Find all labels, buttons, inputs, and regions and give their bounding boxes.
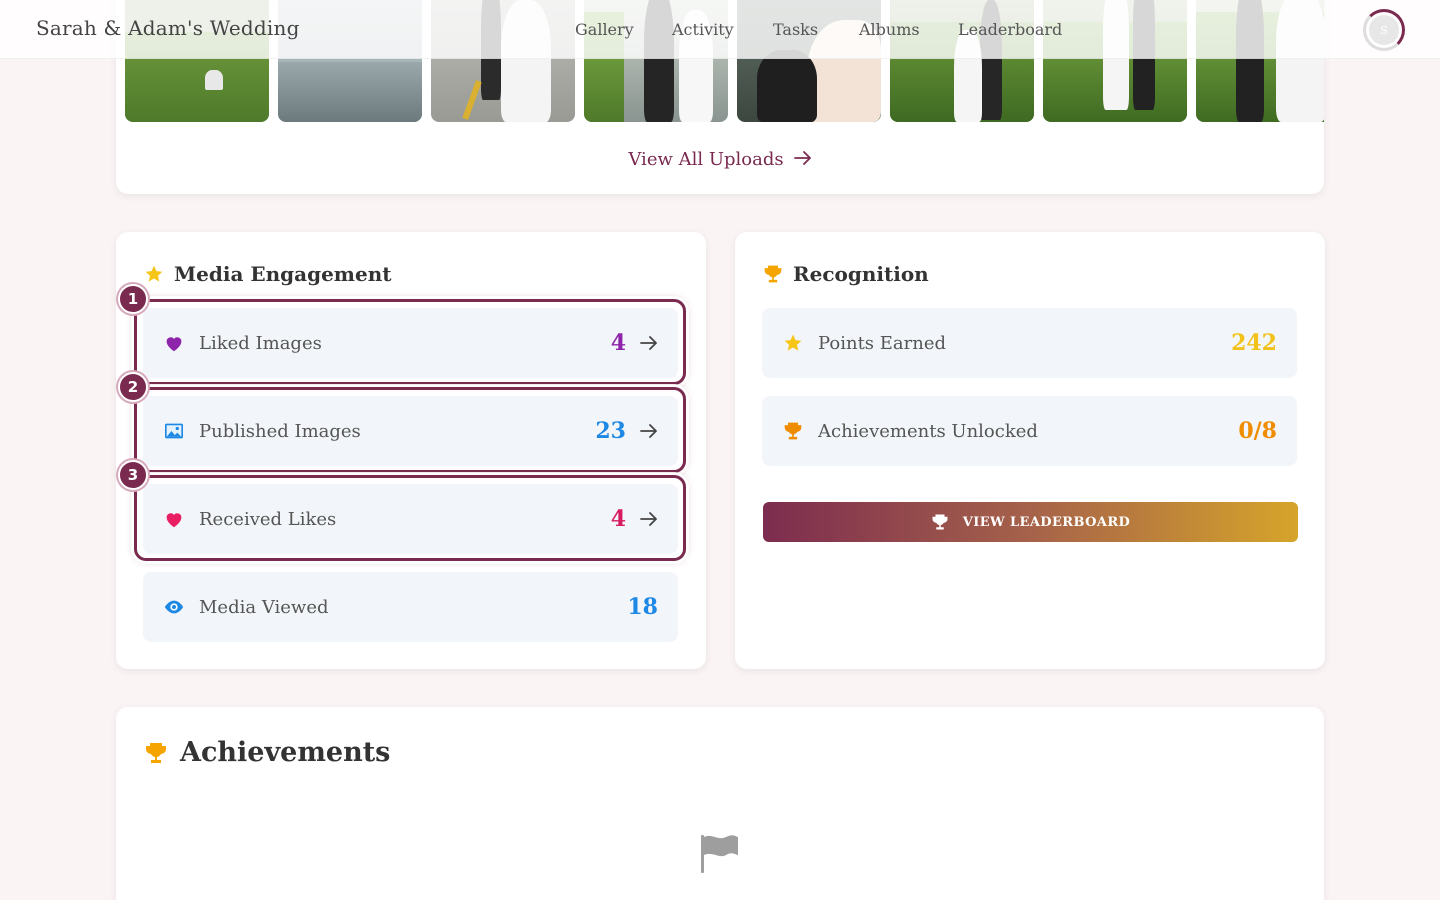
highlight-box xyxy=(134,475,686,561)
media-engagement-card: Media Engagement Liked Images 4 Publishe… xyxy=(116,232,706,669)
nav-tasks[interactable]: Tasks xyxy=(773,20,818,39)
highlight-box xyxy=(134,299,686,385)
stat-value: 0/8 xyxy=(1238,418,1277,444)
media-engagement-heading: Media Engagement xyxy=(144,262,391,286)
nav-activity[interactable]: Activity xyxy=(672,20,734,39)
trophy-icon xyxy=(782,420,804,442)
achievements-card: Achievements xyxy=(116,707,1324,900)
media-engagement-title: Media Engagement xyxy=(174,262,392,286)
stat-achievements-unlocked: Achievements Unlocked 0/8 xyxy=(762,396,1297,466)
view-all-uploads-label: View All Uploads xyxy=(628,149,784,170)
stat-value: 18 xyxy=(627,594,658,620)
view-leaderboard-label: VIEW LEADERBOARD xyxy=(962,514,1131,530)
recognition-heading: Recognition xyxy=(763,262,929,286)
stat-points-earned: Points Earned 242 xyxy=(762,308,1297,378)
flag-icon xyxy=(700,835,740,877)
nav-albums[interactable]: Albums xyxy=(859,20,920,39)
eye-icon xyxy=(163,596,185,618)
recognition-title: Recognition xyxy=(793,262,929,286)
achievements-heading: Achievements xyxy=(144,737,390,768)
view-all-uploads-link[interactable]: View All Uploads xyxy=(116,149,1324,170)
arrow-right-icon xyxy=(793,149,812,170)
stat-label: Media Viewed xyxy=(199,596,329,618)
stat-label: Achievements Unlocked xyxy=(818,420,1038,442)
stat-media-viewed: Media Viewed 18 xyxy=(143,572,678,642)
achievements-title: Achievements xyxy=(180,737,391,768)
stat-label: Points Earned xyxy=(818,332,947,354)
step-badge: 3 xyxy=(118,460,148,490)
nav-gallery[interactable]: Gallery xyxy=(575,20,634,39)
top-header: Sarah & Adam's Wedding Gallery Activity … xyxy=(0,0,1440,59)
highlight-box xyxy=(134,387,686,473)
trophy-icon xyxy=(931,513,949,531)
trophy-icon xyxy=(144,741,168,765)
step-badge: 1 xyxy=(118,284,148,314)
trophy-icon xyxy=(763,264,783,284)
brand-title[interactable]: Sarah & Adam's Wedding xyxy=(36,16,300,40)
star-icon xyxy=(782,332,804,354)
view-leaderboard-button[interactable]: VIEW LEADERBOARD xyxy=(763,502,1298,542)
step-badge: 2 xyxy=(118,372,148,402)
stat-value: 242 xyxy=(1231,330,1277,356)
user-avatar-button[interactable]: S xyxy=(1363,9,1405,51)
recognition-card: Recognition Points Earned 242 Achievemen… xyxy=(735,232,1325,669)
star-icon xyxy=(144,264,164,284)
avatar: S xyxy=(1369,15,1399,45)
nav-leaderboard[interactable]: Leaderboard xyxy=(958,20,1062,39)
